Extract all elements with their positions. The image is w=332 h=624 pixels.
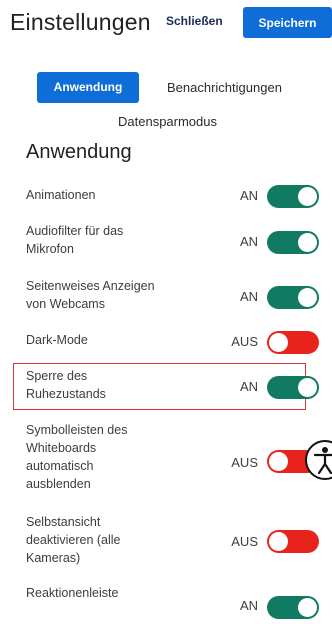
- setting-state: AN: [239, 379, 258, 394]
- setting-label: Sperre des Ruhezustands: [26, 369, 106, 401]
- toggle-switch[interactable]: [267, 596, 319, 619]
- page-title: Einstellungen: [10, 9, 151, 35]
- tab-benachrichtigungen[interactable]: Benachrichtigungen: [167, 80, 282, 95]
- toggle-knob: [269, 452, 288, 471]
- toggle-switch[interactable]: [267, 331, 319, 354]
- setting-row-whiteboard: Symbolleisten des Whiteboards automatisc…: [0, 421, 332, 497]
- setting-label: Seitenweises Anzeigen von Webcams: [26, 279, 155, 311]
- toggle-knob: [298, 233, 317, 252]
- toggle-switch[interactable]: [267, 376, 319, 399]
- setting-label: Reaktionenleiste: [26, 586, 119, 600]
- toggle-switch[interactable]: [267, 286, 319, 309]
- save-button[interactable]: Speichern: [243, 7, 332, 38]
- accessibility-icon: [313, 447, 332, 475]
- toggle-knob: [269, 532, 288, 551]
- accessibility-button[interactable]: [305, 440, 332, 480]
- toggle-knob: [269, 333, 288, 352]
- setting-label: Audiofilter für das Mikrofon: [26, 224, 124, 256]
- tab-datensparmodus[interactable]: Datensparmodus: [118, 114, 217, 129]
- toggle-switch[interactable]: [267, 231, 319, 254]
- setting-label: Symbolleisten des Whiteboards automatisc…: [26, 423, 128, 491]
- setting-label: Selbstansicht deaktivieren (alle Kameras…: [26, 515, 121, 565]
- setting-state: AUS: [231, 534, 258, 549]
- toggle-knob: [298, 187, 317, 206]
- setting-row-animationen: Animationen AN: [0, 185, 332, 215]
- close-button[interactable]: Schließen: [166, 14, 223, 28]
- setting-row-audiofilter: Audiofilter für das Mikrofon AN: [0, 222, 332, 262]
- section-title: Anwendung: [26, 141, 132, 163]
- toggle-knob: [298, 288, 317, 307]
- setting-state: AN: [239, 188, 258, 203]
- toggle-switch[interactable]: [267, 185, 319, 208]
- toggle-knob: [298, 378, 317, 397]
- setting-state: AN: [239, 289, 258, 304]
- setting-row-selbstansicht: Selbstansicht deaktivieren (alle Kameras…: [0, 513, 332, 571]
- setting-state: AUS: [231, 455, 258, 470]
- setting-state: AUS: [231, 334, 258, 349]
- setting-label: Dark-Mode: [26, 333, 88, 347]
- setting-row-webcams: Seitenweises Anzeigen von Webcams AN: [0, 277, 332, 317]
- toggle-knob: [298, 598, 317, 617]
- setting-state: AN: [239, 598, 258, 613]
- settings-header: Einstellungen Schließen Speichern: [0, 0, 332, 46]
- setting-state: AN: [239, 234, 258, 249]
- toggle-switch[interactable]: [267, 530, 319, 553]
- tab-anwendung[interactable]: Anwendung: [37, 72, 139, 103]
- setting-label: Animationen: [26, 188, 96, 202]
- setting-row-reaktionenleiste: Reaktionenleiste AN: [0, 584, 332, 624]
- setting-row-ruhezustand: Sperre des Ruhezustands AN: [0, 367, 332, 407]
- setting-row-dark-mode: Dark-Mode AUS: [0, 331, 332, 359]
